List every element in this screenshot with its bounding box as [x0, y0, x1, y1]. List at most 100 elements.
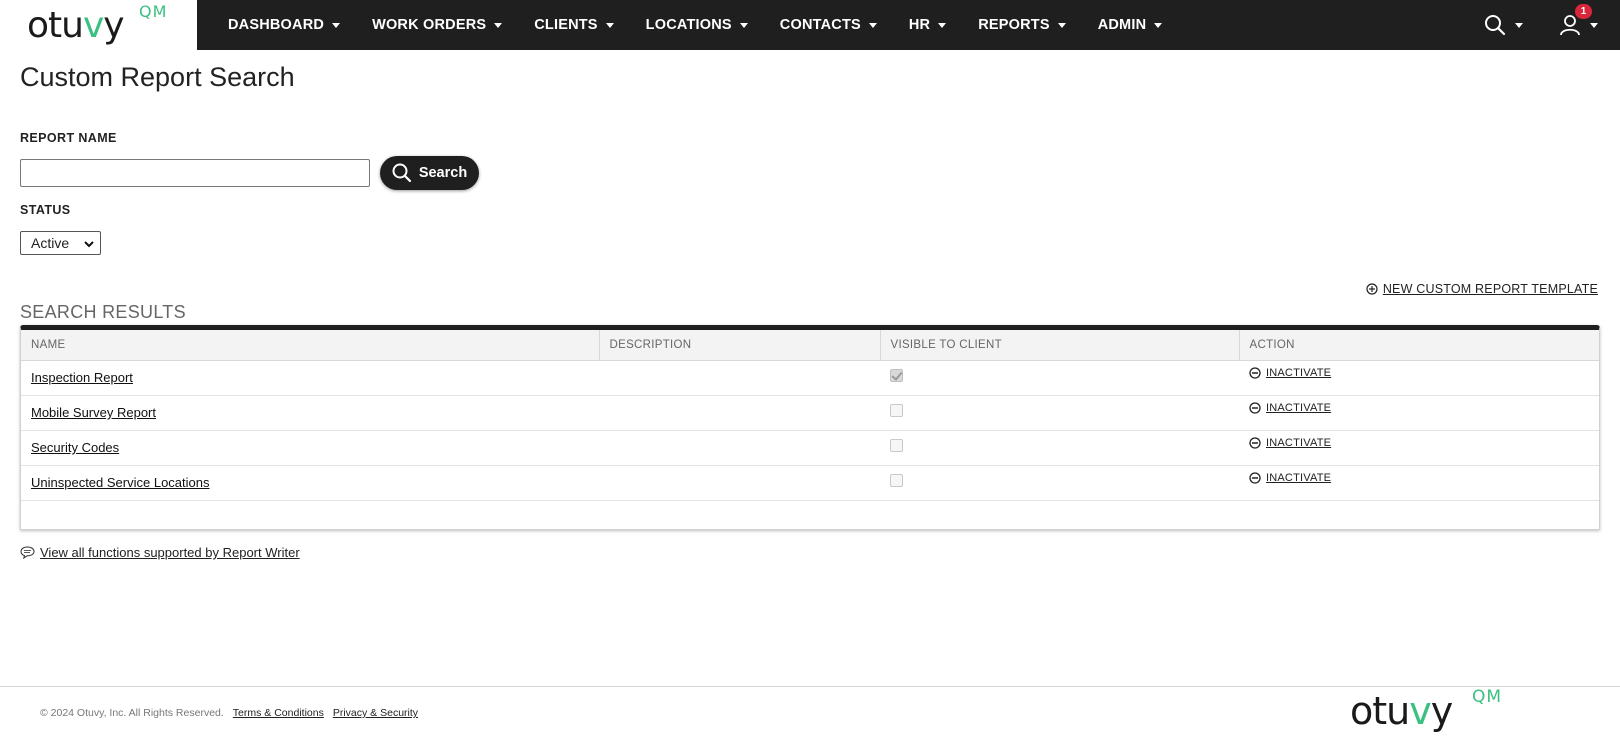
cell-action: INACTIVATE — [1239, 430, 1599, 466]
top-navbar: otuvy QM DASHBOARD WORK ORDERS CLIENTS L… — [0, 0, 1620, 50]
report-writer-help[interactable]: View all functions supported by Report W… — [20, 545, 300, 560]
terms-link[interactable]: Terms & Conditions — [233, 707, 324, 719]
nav-hr[interactable]: HR — [908, 17, 947, 33]
column-header-visible-to-client[interactable]: VISIBLE TO CLIENT — [880, 330, 1240, 361]
column-header-name[interactable]: NAME — [21, 330, 600, 361]
nav-locations[interactable]: LOCATIONS — [646, 17, 748, 33]
inactivate-button[interactable]: INACTIVATE — [1249, 472, 1331, 484]
caret-down-icon — [1590, 23, 1598, 28]
minus-circle-icon — [1249, 367, 1261, 379]
inactivate-button[interactable]: INACTIVATE — [1249, 367, 1331, 379]
cell-visible — [880, 360, 1239, 396]
nav-reports[interactable]: REPORTS — [978, 17, 1066, 33]
caret-down-icon — [605, 23, 614, 28]
inactivate-label: INACTIVATE — [1266, 437, 1332, 449]
nav-label: CLIENTS — [534, 17, 598, 33]
plus-circle-icon — [1366, 283, 1378, 295]
status-selected-value: Active — [31, 235, 70, 251]
logo-text-end: y — [103, 5, 124, 46]
user-menu-toggle[interactable]: 1 — [1559, 4, 1598, 36]
search-button-label: Search — [418, 165, 468, 181]
report-link[interactable]: Security Codes — [31, 440, 119, 455]
logo-text: otu — [1350, 689, 1410, 733]
otuvy-logo[interactable]: otuvy QM — [27, 4, 166, 48]
search-button[interactable]: Search — [380, 156, 479, 190]
results-table-container: NAME DESCRIPTION VISIBLE TO CLIENT ACTIO… — [20, 325, 1600, 530]
logo-container: otuvy QM — [0, 0, 197, 50]
visible-to-client-checkbox[interactable] — [890, 474, 903, 488]
new-template-label: NEW CUSTOM REPORT TEMPLATE — [1382, 282, 1598, 296]
caret-down-icon — [494, 23, 503, 28]
main-nav: DASHBOARD WORK ORDERS CLIENTS LOCATIONS … — [212, 0, 1194, 50]
status-label: STATUS — [20, 203, 71, 217]
logo-text-end: y — [1430, 689, 1453, 733]
report-link[interactable]: Uninspected Service Locations — [31, 475, 210, 490]
visible-to-client-checkbox[interactable] — [890, 439, 903, 453]
table-row: Mobile Survey Report INACTIVATE — [21, 395, 1599, 431]
new-custom-report-template-link[interactable]: NEW CUSTOM REPORT TEMPLATE — [1366, 282, 1598, 296]
cell-description — [599, 465, 880, 501]
visible-to-client-checkbox[interactable] — [890, 404, 903, 418]
logo-text-v: v — [1409, 689, 1431, 733]
cell-description — [599, 430, 880, 466]
cell-action: INACTIVATE — [1239, 360, 1599, 396]
nav-label: LOCATIONS — [645, 17, 732, 33]
cell-description — [599, 360, 880, 396]
caret-down-icon — [332, 23, 341, 28]
nav-label: CONTACTS — [779, 17, 861, 33]
global-search-toggle[interactable] — [1484, 14, 1523, 36]
report-link[interactable]: Mobile Survey Report — [31, 405, 156, 420]
results-table: NAME DESCRIPTION VISIBLE TO CLIENT ACTIO… — [21, 330, 1599, 501]
cell-name: Mobile Survey Report — [21, 395, 599, 431]
nav-label: DASHBOARD — [228, 17, 325, 33]
nav-contacts[interactable]: CONTACTS — [780, 17, 877, 33]
footer-divider — [0, 686, 1620, 687]
table-row: Security Codes INACTIVATE — [21, 430, 1599, 466]
search-results-title: SEARCH RESULTS — [20, 302, 186, 322]
column-header-description[interactable]: DESCRIPTION — [599, 330, 881, 361]
nav-clients[interactable]: CLIENTS — [534, 17, 614, 33]
logo-text: otu — [27, 5, 84, 46]
nav-dashboard[interactable]: DASHBOARD — [228, 17, 341, 33]
caret-down-icon — [868, 23, 877, 28]
cell-name: Security Codes — [21, 430, 599, 466]
cell-name: Uninspected Service Locations — [21, 465, 599, 501]
page-title: Custom Report Search — [20, 62, 295, 92]
table-row: Uninspected Service Locations INACTIVATE — [21, 465, 1599, 501]
cell-action: INACTIVATE — [1239, 465, 1599, 501]
inactivate-label: INACTIVATE — [1266, 367, 1332, 379]
nav-right-tools: 1 — [1448, 0, 1598, 50]
notification-badge[interactable]: 1 — [1575, 4, 1592, 19]
logo-suffix: QM — [139, 2, 168, 21]
privacy-link[interactable]: Privacy & Security — [333, 707, 418, 719]
logo-suffix: QM — [1472, 687, 1503, 707]
nav-label: HR — [908, 17, 931, 33]
inactivate-label: INACTIVATE — [1266, 472, 1332, 484]
table-row: Inspection Report INACTIVATE — [21, 360, 1599, 396]
nav-label: ADMIN — [1097, 17, 1147, 33]
speech-bubble-icon — [20, 546, 35, 559]
search-icon — [392, 163, 411, 183]
report-link[interactable]: Inspection Report — [31, 370, 133, 385]
nav-label: WORK ORDERS — [372, 17, 487, 33]
inactivate-button[interactable]: INACTIVATE — [1249, 402, 1331, 414]
nav-label: REPORTS — [978, 17, 1050, 33]
minus-circle-icon — [1249, 437, 1261, 449]
cell-action: INACTIVATE — [1239, 395, 1599, 431]
nav-admin[interactable]: ADMIN — [1098, 17, 1163, 33]
chevron-down-icon — [84, 241, 94, 248]
search-icon — [1485, 15, 1506, 36]
cell-visible — [880, 395, 1239, 431]
report-writer-link[interactable]: View all functions supported by Report W… — [40, 545, 300, 560]
visible-to-client-checkbox[interactable] — [890, 369, 903, 383]
table-header-row: NAME DESCRIPTION VISIBLE TO CLIENT ACTIO… — [21, 330, 1599, 361]
nav-work-orders[interactable]: WORK ORDERS — [372, 17, 503, 33]
cell-description — [599, 395, 880, 431]
logo-text-v: v — [82, 5, 104, 46]
status-select[interactable]: Active — [20, 231, 101, 255]
report-name-input[interactable] — [20, 159, 370, 187]
minus-circle-icon — [1249, 402, 1261, 414]
inactivate-button[interactable]: INACTIVATE — [1249, 437, 1331, 449]
caret-down-icon — [1057, 23, 1066, 28]
caret-down-icon — [938, 23, 947, 28]
